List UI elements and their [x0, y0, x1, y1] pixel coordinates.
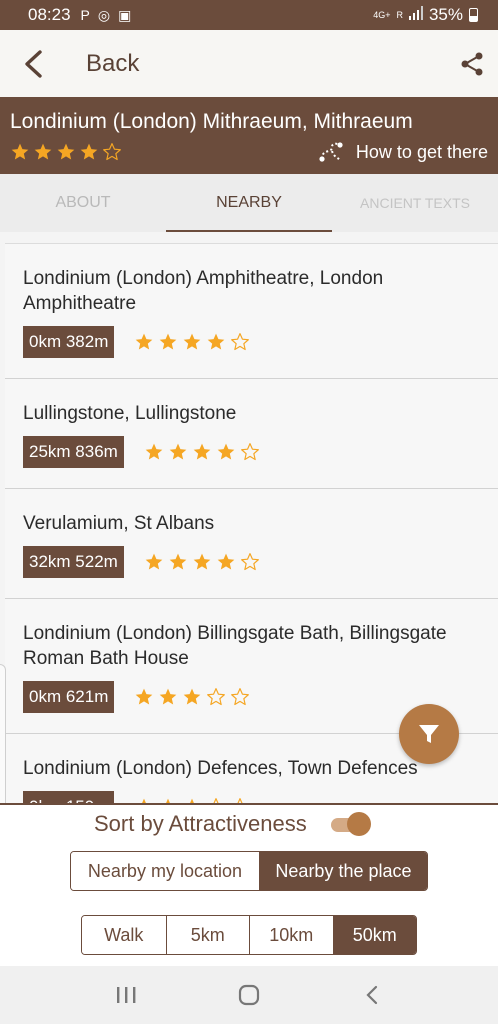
route-icon: [319, 142, 343, 162]
roaming-indicator: R: [396, 9, 403, 20]
item-rating: [134, 687, 250, 707]
toggle-knob: [346, 812, 371, 836]
battery-icon: [469, 8, 478, 22]
sort-label: Sort by Attractiveness: [94, 811, 307, 836]
item-name: Londinium (London) Amphitheatre, London …: [23, 268, 384, 314]
star-filled-icon: [145, 443, 163, 460]
star-empty-icon: [207, 688, 226, 706]
place-rating: [10, 142, 122, 162]
nav-back-button[interactable]: [357, 980, 387, 1010]
star-filled-icon: [184, 688, 201, 705]
option-nearby-my-location[interactable]: Nearby my location: [71, 852, 259, 890]
back-button[interactable]: [0, 30, 46, 97]
star-empty-icon: [231, 333, 250, 351]
star-filled-icon: [169, 443, 187, 460]
star-filled-icon: [193, 553, 211, 570]
star-filled-icon: [217, 443, 235, 460]
star-filled-icon: [11, 143, 29, 160]
item-name: Londinium (London) Billingsgate Bath, Bi…: [23, 623, 447, 669]
recent-apps-button[interactable]: [111, 980, 141, 1010]
tab-bar: ABOUT NEARBY ANCIENT TEXTS: [0, 174, 498, 232]
radius-selector: Walk 5km 10km 50km: [81, 915, 417, 955]
recent-apps-icon: [116, 987, 136, 1003]
distance-badge: 0km 382m: [23, 326, 115, 358]
filter-button[interactable]: [399, 704, 459, 764]
battery-percent: 35%: [428, 5, 463, 24]
option-nearby-the-place[interactable]: Nearby the place: [258, 852, 427, 890]
tab-ancient-texts[interactable]: ANCIENT TEXTS: [332, 174, 498, 232]
star-filled-icon: [184, 333, 201, 350]
place-title: Londinium (London) Mithraeum, Mithraeum: [10, 110, 413, 133]
radius-5km[interactable]: 5km: [165, 916, 249, 954]
filter-sheet: Sort by Attractiveness Nearby my locatio…: [0, 803, 498, 966]
nav-back-icon: [366, 985, 378, 1005]
distance-badge: 32km 522m: [23, 546, 124, 578]
star-filled-icon: [80, 143, 98, 160]
system-nav-bar: [0, 966, 498, 1024]
star-filled-icon: [169, 553, 187, 570]
star-empty-icon: [240, 553, 259, 571]
list-item[interactable]: Verulamium, St Albans 32km 522m: [5, 489, 498, 599]
home-icon: [238, 984, 260, 1006]
location-mode-selector: Nearby my location Nearby the place: [70, 851, 428, 891]
distance-badge: 25km 836m: [23, 436, 124, 468]
item-name: Lullingstone, Lullingstone: [23, 403, 237, 424]
item-rating: [144, 442, 260, 462]
list-item[interactable]: Lullingstone, Lullingstone 25km 836m: [5, 379, 498, 489]
star-filled-icon: [136, 333, 153, 350]
tab-about[interactable]: ABOUT: [0, 174, 166, 232]
star-filled-icon: [136, 688, 153, 705]
star-filled-icon: [145, 553, 163, 570]
status-bar: 08:23 P ◎ ▣ 4G+ R 35%: [0, 0, 498, 30]
distance-badge: 0km 621m: [23, 681, 115, 713]
instagram-notification-icon: ◎: [97, 6, 111, 23]
item-rating: [134, 332, 250, 352]
directions-label: How to get there: [355, 141, 488, 162]
radius-walk[interactable]: Walk: [82, 916, 166, 954]
chevron-left-icon: [25, 49, 42, 78]
wifi-notification-icon: ▣: [118, 6, 132, 23]
paypal-notification-icon: P: [80, 7, 90, 23]
app-bar: Back: [0, 30, 498, 97]
star-filled-icon: [193, 443, 211, 460]
star-empty-icon: [103, 143, 121, 161]
home-button[interactable]: [234, 980, 264, 1010]
status-time: 08:23: [28, 5, 71, 24]
star-filled-icon: [160, 688, 177, 705]
item-rating: [144, 552, 260, 572]
network-type: 4G+: [373, 9, 391, 20]
directions-button[interactable]: How to get there: [318, 140, 488, 164]
radius-50km[interactable]: 50km: [332, 916, 416, 954]
distance-badge: 0km 159m: [23, 791, 115, 803]
back-label[interactable]: Back: [86, 50, 139, 78]
star-empty-icon: [231, 688, 250, 706]
filter-icon: [419, 725, 439, 743]
radius-10km[interactable]: 10km: [249, 916, 333, 954]
signal-icon: [408, 5, 423, 25]
star-filled-icon: [57, 143, 75, 160]
star-empty-icon: [240, 443, 259, 461]
item-name: Verulamium, St Albans: [23, 513, 215, 534]
tab-nearby[interactable]: NEARBY: [166, 174, 332, 232]
star-filled-icon: [208, 333, 225, 350]
star-filled-icon: [160, 333, 177, 350]
list-item[interactable]: Londinium (London) Amphitheatre, London …: [5, 244, 498, 379]
star-filled-icon: [217, 553, 235, 570]
place-header: Londinium (London) Mithraeum, Mithraeum …: [0, 97, 498, 174]
sort-toggle[interactable]: [329, 812, 371, 836]
share-icon[interactable]: [458, 50, 486, 78]
star-filled-icon: [34, 143, 52, 160]
